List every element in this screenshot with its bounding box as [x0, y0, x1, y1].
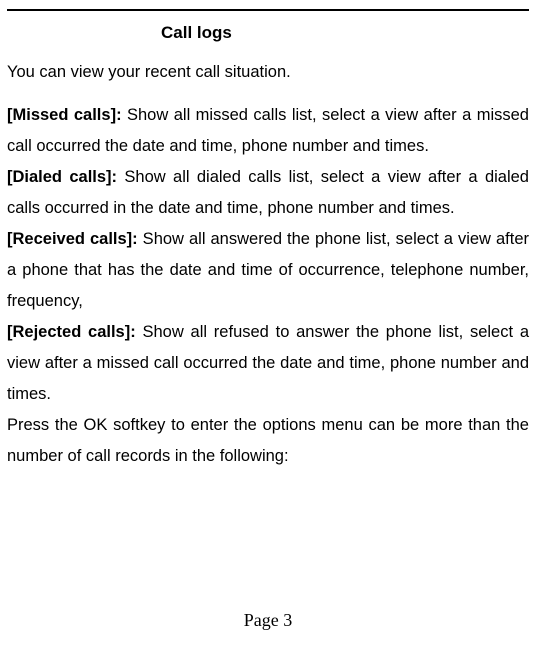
page-number: Page 3 [0, 610, 536, 631]
rejected-calls-label: [Rejected calls]: [7, 323, 136, 341]
document-page: Call logs You can view your recent call … [0, 0, 536, 649]
missed-calls-label: [Missed calls]: [7, 106, 122, 124]
received-calls-label: [Received calls]: [7, 230, 138, 248]
dialed-calls-label: [Dialed calls]: [7, 168, 117, 186]
top-rule [7, 9, 529, 11]
intro-text: You can view your recent call situation. [7, 57, 529, 100]
content-area: Call logs You can view your recent call … [7, 18, 529, 472]
closing-text: Press the OK softkey to enter the option… [7, 416, 529, 465]
page-title: Call logs [7, 18, 529, 57]
body-text: [Missed calls]: Show all missed calls li… [7, 100, 529, 472]
